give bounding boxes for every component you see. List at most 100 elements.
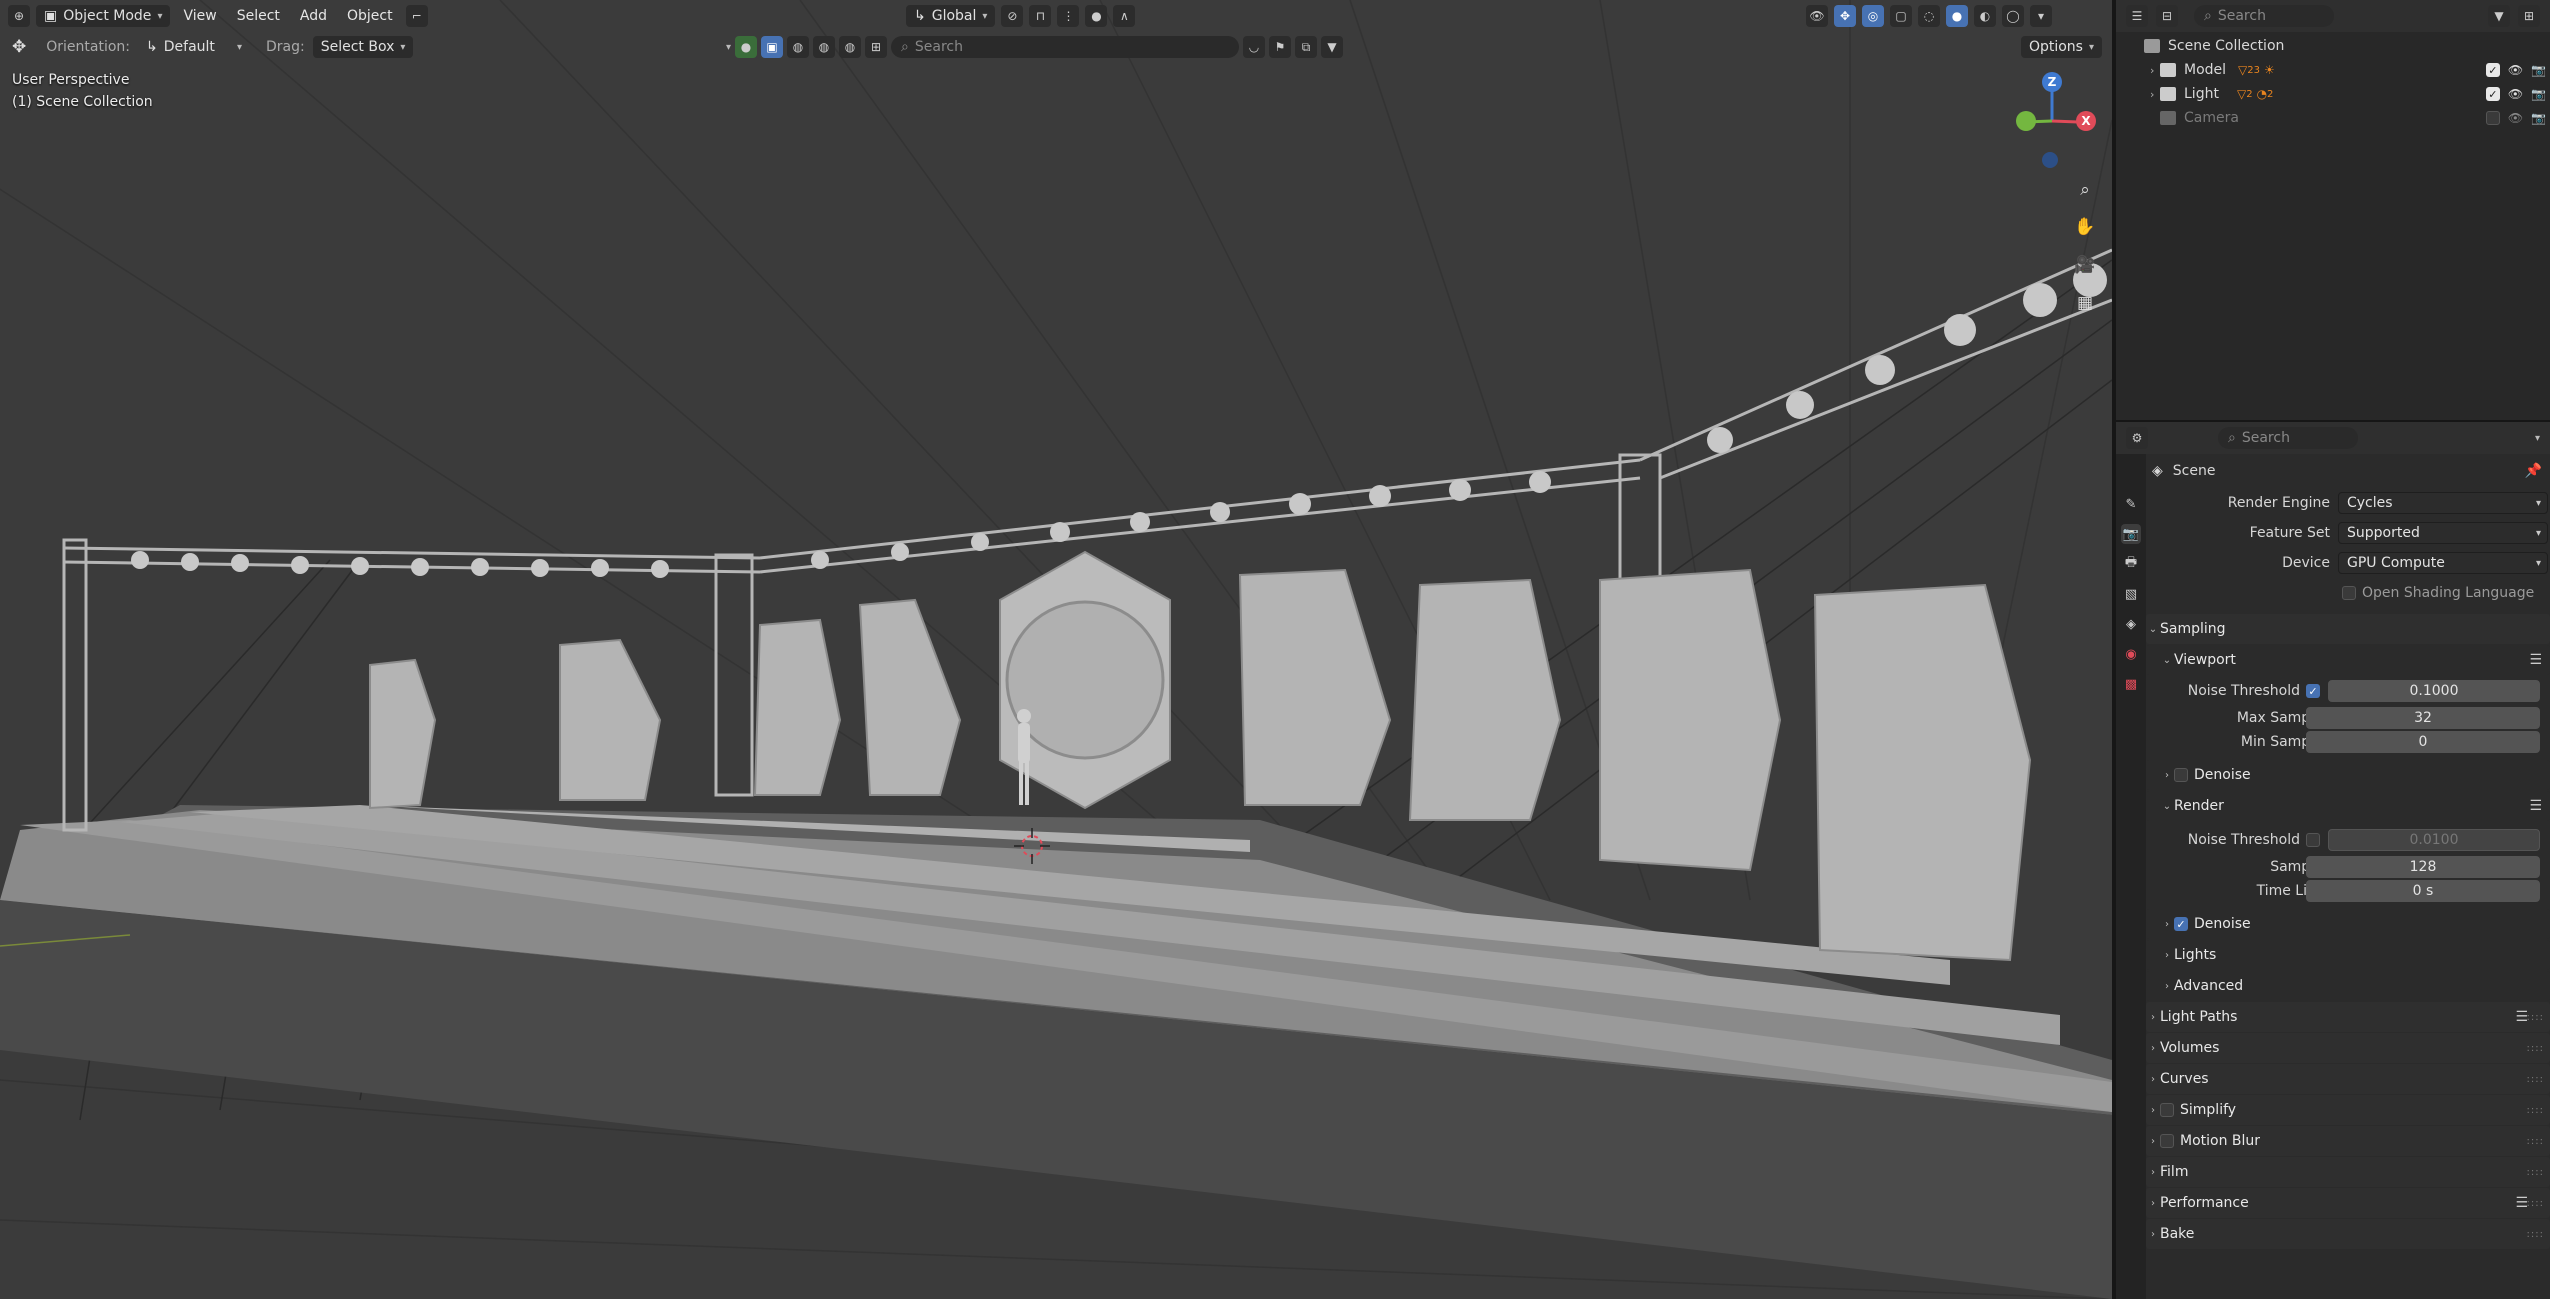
mode-selector[interactable]: ▣ Object Mode ▾ xyxy=(36,5,171,27)
exclude-checkbox[interactable]: ✓ xyxy=(2485,87,2500,101)
gpencil-icon[interactable]: ⌐ xyxy=(405,5,428,27)
menu-select[interactable]: Select xyxy=(230,8,287,24)
shading-c-icon[interactable]: ◍ xyxy=(839,36,862,58)
shading-b-icon[interactable]: ◍ xyxy=(813,36,836,58)
transform-orientation[interactable]: ↳ Global ▾ xyxy=(906,5,996,27)
outliner-item-light[interactable]: › Light ▽ 2 ◔ 2 ✓ 👁 📷 xyxy=(2116,82,2550,106)
display-mode-icon[interactable]: ⊟ xyxy=(2156,5,2178,27)
motion-blur-checkbox[interactable] xyxy=(2160,1134,2174,1148)
camera-view-icon[interactable]: 🎥 xyxy=(2070,250,2100,280)
pivot-icon[interactable]: ⊘ xyxy=(1001,5,1024,27)
move-tool-icon[interactable]: ✥ xyxy=(12,37,26,57)
options-button[interactable]: Options ▾ xyxy=(2020,36,2102,58)
shading-options-icon[interactable]: ▾ xyxy=(2030,5,2052,27)
drag-grip-icon[interactable]: :::: xyxy=(2527,1229,2544,1240)
falloff-icon[interactable]: ∧ xyxy=(1113,5,1136,27)
menu-add[interactable]: Add xyxy=(293,8,334,24)
presets-icon[interactable]: ☰ xyxy=(2529,798,2542,814)
advanced-subpanel-header[interactable]: › Advanced xyxy=(2146,971,2550,1001)
drag-grip-icon[interactable]: :::: xyxy=(2527,1012,2544,1023)
render-camera-icon[interactable]: 📷 xyxy=(2531,111,2546,125)
lock-icon[interactable]: ⊞ xyxy=(865,36,888,58)
panel-curves[interactable]: › Curves :::: xyxy=(2146,1064,2550,1094)
device-dropdown[interactable]: GPU Compute ▾ xyxy=(2338,552,2548,574)
osl-checkbox[interactable] xyxy=(2342,586,2356,600)
eye-icon[interactable]: 👁 xyxy=(2508,111,2523,125)
solid-shading-icon[interactable]: ● xyxy=(1946,5,1968,27)
drag-grip-icon[interactable]: :::: xyxy=(2527,1074,2544,1085)
viewport-search[interactable]: ⌕ Search xyxy=(891,36,1240,58)
gizmo-x-axis[interactable]: X xyxy=(2076,111,2096,131)
ortho-toggle-icon[interactable]: ▦ xyxy=(2070,288,2100,318)
presets-icon[interactable]: ☰ xyxy=(2529,652,2542,668)
feature-set-dropdown[interactable]: Supported ▾ xyxy=(2338,522,2548,544)
scene-collection-row[interactable]: Scene Collection xyxy=(2116,34,2550,58)
visibility-icon[interactable]: 👁 xyxy=(1806,5,1828,27)
pan-hand-icon[interactable]: ✋ xyxy=(2070,212,2100,242)
new-collection-icon[interactable]: ⊞ xyxy=(2518,5,2540,27)
drag-grip-icon[interactable]: :::: xyxy=(2527,1105,2544,1116)
menu-view[interactable]: View xyxy=(176,8,223,24)
panel-motion-blur[interactable]: › Motion Blur :::: xyxy=(2146,1126,2550,1156)
r-denoise-checkbox[interactable]: ✓ xyxy=(2174,917,2188,931)
eye-icon[interactable]: 👁 xyxy=(2508,87,2523,101)
filter-icon[interactable]: ▼ xyxy=(2488,5,2510,27)
snap-icon[interactable]: ⊓ xyxy=(1029,5,1052,27)
tool-tab-icon[interactable]: ✎ xyxy=(2121,494,2141,514)
drag-grip-icon[interactable]: :::: xyxy=(2527,1198,2544,1209)
expand-icon[interactable]: › xyxy=(2150,64,2154,77)
exclude-checkbox[interactable] xyxy=(2485,111,2500,125)
gizmo-toggle-icon[interactable]: ✥ xyxy=(1834,5,1856,27)
output-tab-icon[interactable]: 🖶 xyxy=(2121,554,2141,574)
r-noise-threshold-checkbox[interactable] xyxy=(2306,833,2320,847)
render-subpanel-header[interactable]: ⌄ Render ☰ xyxy=(2146,791,2550,821)
proportional-edit-icon[interactable]: ● xyxy=(1085,5,1108,27)
panel-performance[interactable]: › Performance ☰ :::: xyxy=(2146,1188,2550,1218)
panel-light-paths[interactable]: › Light Paths ☰ :::: xyxy=(2146,1002,2550,1032)
expand-icon[interactable]: › xyxy=(2150,88,2154,101)
xray-icon[interactable]: ▢ xyxy=(1890,5,1912,27)
pin-icon[interactable]: 📌 xyxy=(2525,463,2542,479)
wireframe-shading-icon[interactable]: ◌ xyxy=(1918,5,1940,27)
gizmo-z-axis[interactable]: Z xyxy=(2042,72,2062,92)
vp-noise-threshold-field[interactable]: 0.1000 xyxy=(2328,680,2540,702)
vp-max-samples-field[interactable]: 32 xyxy=(2306,707,2540,729)
chevron-down-icon[interactable]: ▾ xyxy=(726,42,731,53)
viewport-subpanel-header[interactable]: ⌄ Viewport ☰ xyxy=(2146,645,2550,675)
vp-denoise-checkbox[interactable] xyxy=(2174,768,2188,782)
properties-search[interactable]: ⌕ Search xyxy=(2218,427,2358,449)
r-samples-field[interactable]: 128 xyxy=(2306,856,2540,878)
panel-simplify[interactable]: › Simplify :::: xyxy=(2146,1095,2550,1125)
world-tab-icon[interactable]: ◉ xyxy=(2121,644,2141,664)
drag-grip-icon[interactable]: :::: xyxy=(2527,1167,2544,1178)
render-camera-icon[interactable]: 📷 xyxy=(2531,63,2546,77)
rendered-shading-icon[interactable]: ◯ xyxy=(2002,5,2024,27)
overlay-toggle-icon[interactable]: ◎ xyxy=(1862,5,1884,27)
sampling-panel-header[interactable]: ⌄ Sampling xyxy=(2146,614,2550,644)
orientation-dropdown[interactable]: ↳ Default ▾ xyxy=(138,36,250,58)
view-layer-tab-icon[interactable]: ▧ xyxy=(2121,584,2141,604)
select-box-icon[interactable]: ▣ xyxy=(761,36,784,58)
filter-dropdown-icon[interactable]: ◡ xyxy=(1243,36,1266,58)
drag-grip-icon[interactable]: :::: xyxy=(2527,1043,2544,1054)
lights-subpanel-header[interactable]: › Lights xyxy=(2146,940,2550,970)
noise-threshold-checkbox[interactable]: ✓ xyxy=(2306,684,2320,698)
eye-icon[interactable]: 👁 xyxy=(2508,63,2523,77)
menu-object[interactable]: Object xyxy=(340,8,400,24)
navigation-gizmo[interactable]: Z X xyxy=(2010,70,2100,170)
outliner-item-camera[interactable]: Camera 👁 📷 xyxy=(2116,106,2550,130)
r-time-limit-field[interactable]: 0 s xyxy=(2306,880,2540,902)
render-engine-dropdown[interactable]: Cycles ▾ xyxy=(2338,492,2548,514)
panel-volumes[interactable]: › Volumes :::: xyxy=(2146,1033,2550,1063)
vp-denoise-subpanel-header[interactable]: › Denoise xyxy=(2146,760,2550,790)
texture-tab-icon[interactable]: ▩ xyxy=(2121,674,2141,694)
material-shading-icon[interactable]: ◐ xyxy=(1974,5,1996,27)
outliner-item-model[interactable]: › Model ▽ 23 ☀ ✓ 👁 📷 xyxy=(2116,58,2550,82)
scene-tab-icon[interactable]: ◈ xyxy=(2121,614,2141,634)
r-noise-threshold-field[interactable]: 0.0100 xyxy=(2328,829,2540,851)
vp-min-samples-field[interactable]: 0 xyxy=(2306,731,2540,753)
3d-viewport[interactable]: ⊕ ▣ Object Mode ▾ View Select Add Object… xyxy=(0,0,2112,1299)
outliner-editor-icon[interactable]: ☰ xyxy=(2126,5,2148,27)
r-denoise-subpanel-header[interactable]: › ✓ Denoise xyxy=(2146,909,2550,939)
chevron-down-icon[interactable]: ▾ xyxy=(2535,433,2540,444)
